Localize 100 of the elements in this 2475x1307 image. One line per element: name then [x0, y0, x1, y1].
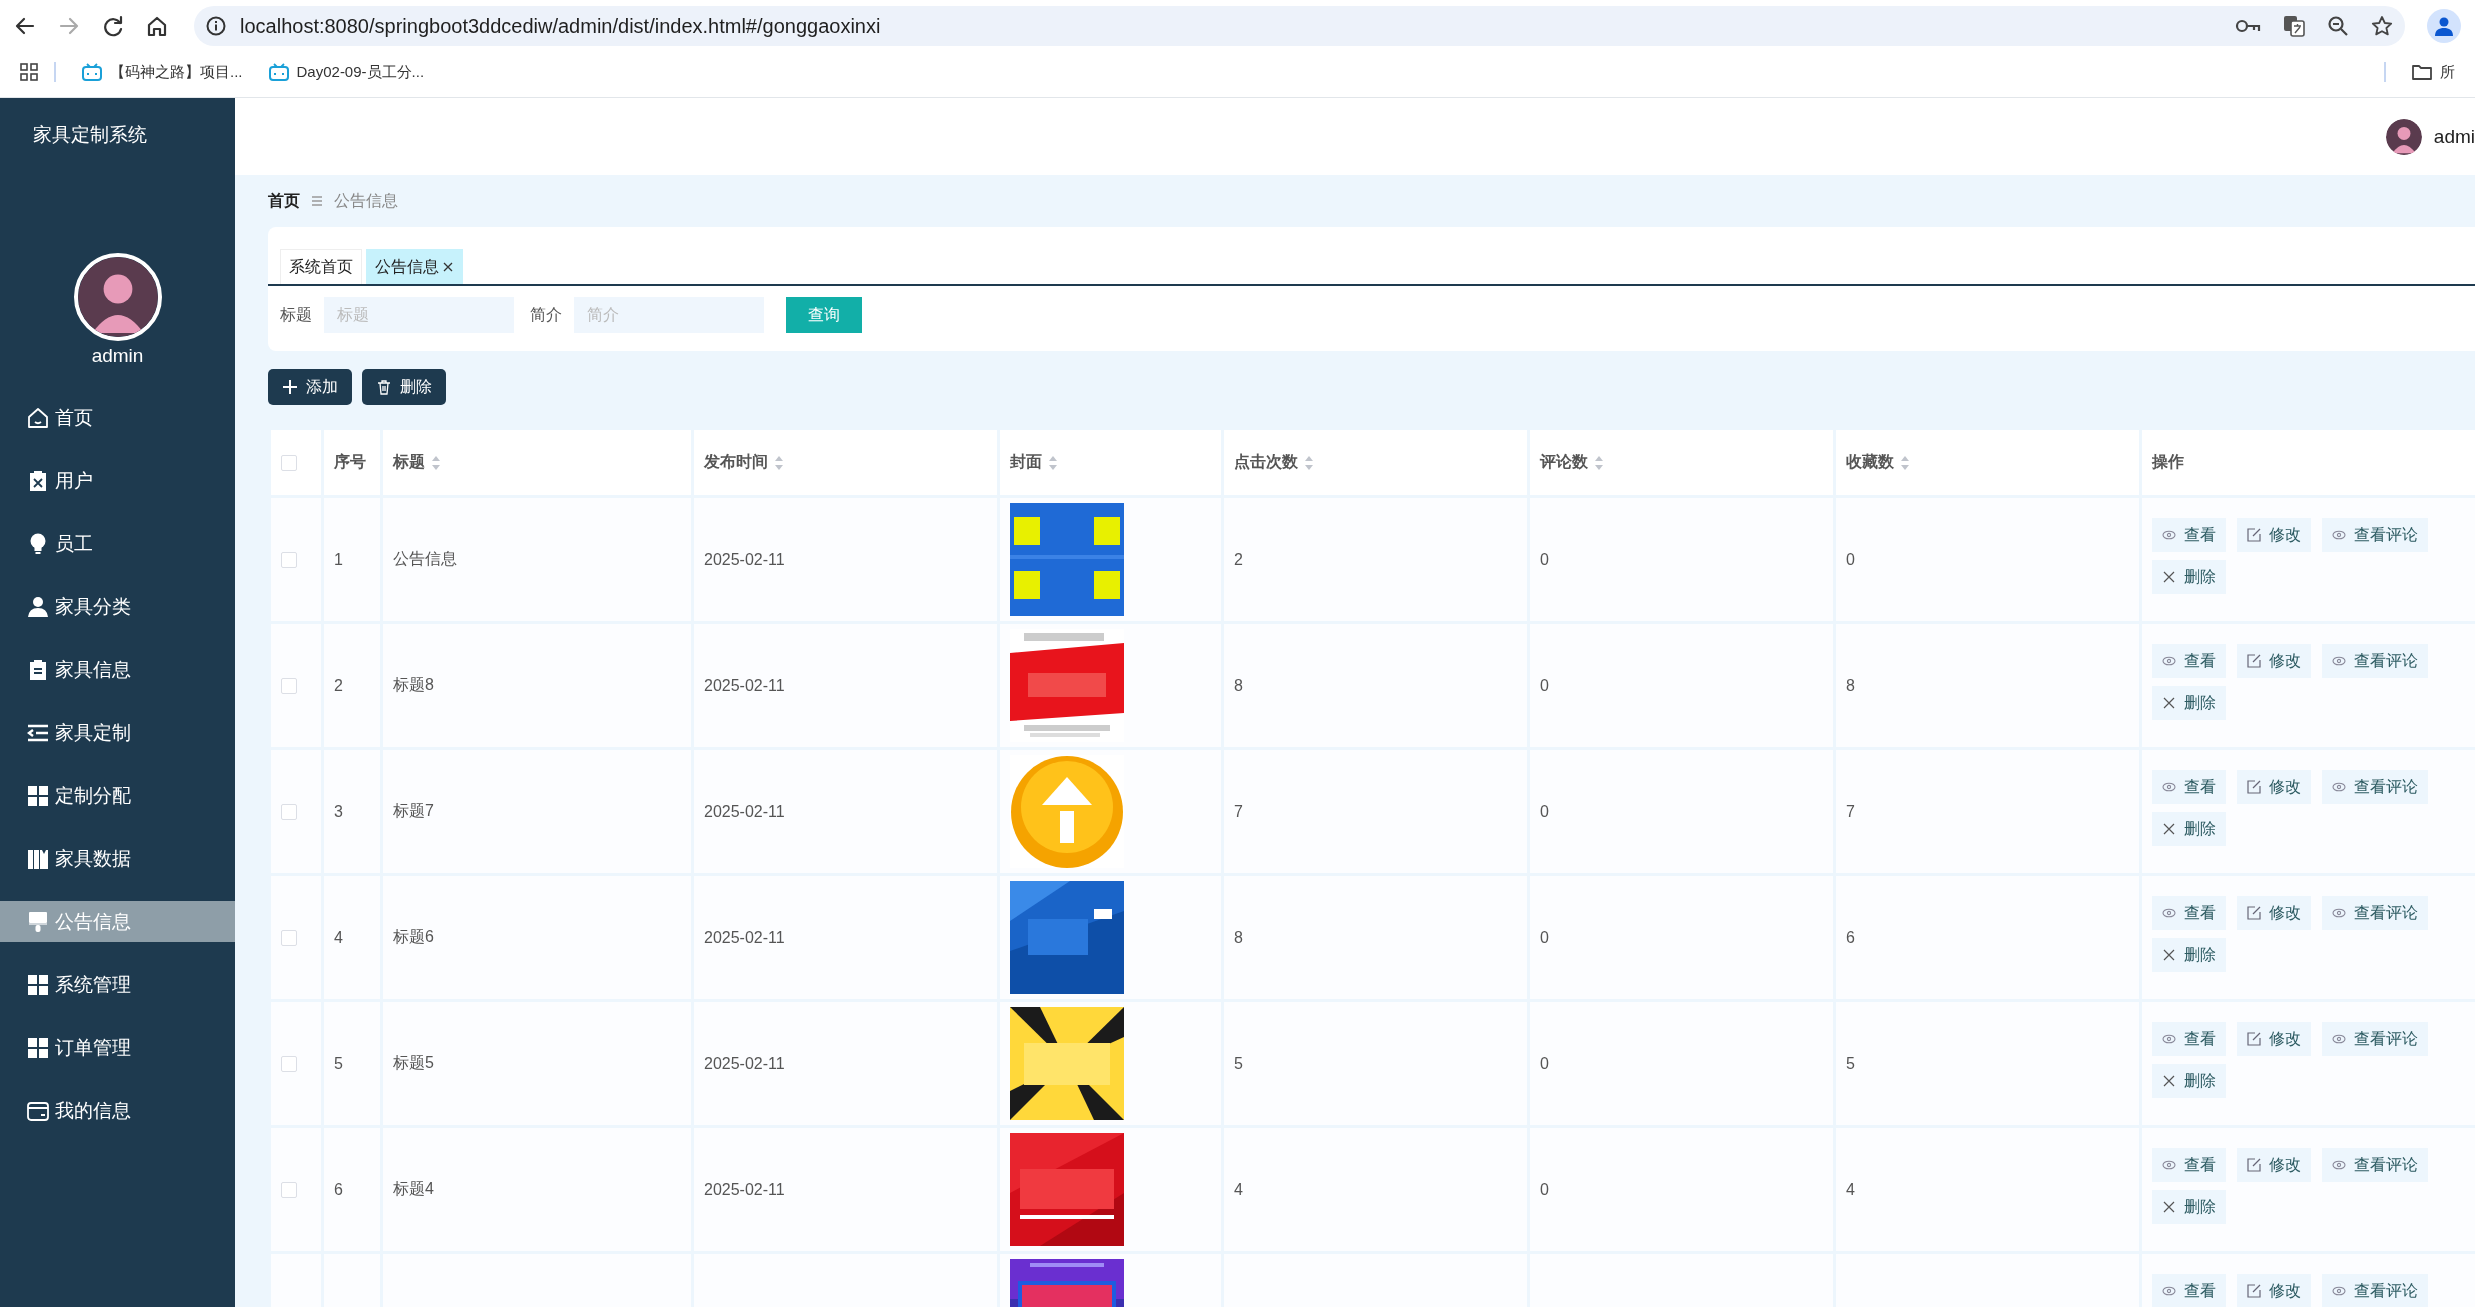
folder-icon: [2412, 64, 2432, 80]
menu-item[interactable]: 家具分类: [0, 586, 235, 627]
view-button[interactable]: 查看评论: [2322, 1148, 2428, 1182]
eye-icon: [2332, 780, 2346, 794]
checkbox[interactable]: [281, 803, 297, 820]
table-cell: 标题5: [393, 1054, 434, 1071]
view-button[interactable]: 查看评论: [2322, 896, 2428, 930]
delete-button[interactable]: 删除: [2152, 1064, 2226, 1098]
close-icon[interactable]: [442, 261, 454, 273]
delete-button[interactable]: 删除: [2152, 686, 2226, 720]
eye-icon: [2162, 780, 2176, 794]
edit-button[interactable]: 修改: [2237, 896, 2311, 930]
eye-icon: [2162, 1158, 2176, 1172]
tab[interactable]: 公告信息: [366, 249, 463, 284]
menu-item[interactable]: 系统管理: [0, 964, 235, 1005]
menu-item[interactable]: 我的信息: [0, 1090, 235, 1131]
edit-icon: [2247, 1032, 2261, 1046]
delete-button[interactable]: 删除: [362, 369, 446, 405]
menu-item[interactable]: 家具数据: [0, 838, 235, 879]
view-button[interactable]: 查看: [2152, 1274, 2226, 1307]
menu-item[interactable]: 首页: [0, 397, 235, 438]
breadcrumb-item[interactable]: 首页: [268, 190, 300, 212]
edit-button[interactable]: 修改: [2237, 518, 2311, 552]
address-bar[interactable]: localhost:8080/springboot3ddcediw/admin/dist/index.html#/gonggaoxinxi: [194, 6, 2405, 46]
table-cell: 0: [1540, 1180, 1549, 1198]
checkbox[interactable]: [281, 677, 297, 694]
view-button[interactable]: 查看: [2152, 1022, 2226, 1056]
delete-button[interactable]: 删除: [2152, 1190, 2226, 1224]
edit-button[interactable]: 修改: [2237, 644, 2311, 678]
grid-icon: [26, 783, 50, 808]
profile-button[interactable]: [2427, 9, 2461, 43]
sort-icon[interactable]: [774, 454, 784, 471]
menu-item[interactable]: 家具定制: [0, 712, 235, 753]
edit-icon: [2247, 1284, 2261, 1298]
view-button[interactable]: 查看评论: [2322, 1022, 2428, 1056]
home-icon[interactable]: [146, 15, 168, 37]
menu-item[interactable]: 用户: [0, 460, 235, 501]
checkbox[interactable]: [281, 551, 297, 568]
menu-item[interactable]: 定制分配: [0, 775, 235, 816]
table-cell: 2025-02-11: [704, 802, 785, 820]
view-button[interactable]: 查看评论: [2322, 644, 2428, 678]
checkbox[interactable]: [281, 929, 297, 946]
bookmark[interactable]: Day02-09-员工分...: [268, 62, 425, 82]
menu-item[interactable]: 订单管理: [0, 1027, 235, 1068]
forward-icon[interactable]: [58, 15, 80, 37]
star-icon[interactable]: [2371, 15, 2393, 37]
breadcrumb-item: 公告信息: [334, 190, 398, 211]
column-header: 操作: [2152, 452, 2184, 472]
zoom-icon[interactable]: [2327, 15, 2349, 37]
view-button[interactable]: 查看评论: [2322, 1274, 2428, 1307]
view-button[interactable]: 查看: [2152, 1148, 2226, 1182]
eye-icon: [2332, 906, 2346, 920]
sort-icon[interactable]: [1304, 454, 1314, 471]
search-field[interactable]: 标题: [324, 297, 514, 333]
back-icon[interactable]: [14, 15, 36, 37]
table-cell: 2: [334, 676, 343, 694]
view-button[interactable]: 查看评论: [2322, 518, 2428, 552]
edit-button[interactable]: 修改: [2237, 770, 2311, 804]
view-button[interactable]: 查看: [2152, 896, 2226, 930]
search-field[interactable]: 简介: [574, 297, 764, 333]
checkbox[interactable]: [281, 1181, 297, 1198]
url-text: localhost:8080/springboot3ddcediw/admin/dist/index.html#/gonggaoxinxi: [240, 14, 882, 38]
translate-icon[interactable]: [2283, 15, 2305, 37]
table-cell: 0: [1540, 1054, 1549, 1072]
bookmark-folder[interactable]: 所: [2412, 62, 2455, 82]
sort-icon[interactable]: [1900, 454, 1910, 471]
info-icon[interactable]: [206, 16, 226, 36]
view-button[interactable]: 查看: [2152, 770, 2226, 804]
edit-button[interactable]: 修改: [2237, 1022, 2311, 1056]
table-cell: 7: [1234, 802, 1243, 820]
column-header: 标题: [393, 452, 425, 472]
tab[interactable]: 系统首页: [280, 249, 362, 284]
menu-item[interactable]: 家具信息: [0, 649, 235, 690]
edit-button[interactable]: 修改: [2237, 1274, 2311, 1307]
table-cell: 5: [1846, 1054, 1855, 1072]
close-icon: [2162, 822, 2176, 836]
table-cell: 标题8: [393, 676, 434, 693]
person-icon: [2434, 16, 2454, 36]
view-button[interactable]: 查看: [2152, 518, 2226, 552]
grid-icon: [26, 972, 50, 997]
sort-icon[interactable]: [1594, 454, 1604, 471]
reload-icon[interactable]: [102, 15, 124, 37]
menu-item[interactable]: 员工: [0, 523, 235, 564]
edit-button[interactable]: 修改: [2237, 1148, 2311, 1182]
add-button[interactable]: 添加: [268, 369, 352, 405]
delete-button[interactable]: 删除: [2152, 560, 2226, 594]
key-icon[interactable]: [2235, 18, 2261, 34]
view-button[interactable]: 查看评论: [2322, 770, 2428, 804]
delete-button[interactable]: 删除: [2152, 812, 2226, 846]
sort-icon[interactable]: [1048, 454, 1058, 471]
checkbox[interactable]: [281, 1055, 297, 1072]
delete-button[interactable]: 删除: [2152, 938, 2226, 972]
sort-icon[interactable]: [431, 454, 441, 471]
brush-icon: [26, 909, 50, 934]
view-button[interactable]: 查看: [2152, 644, 2226, 678]
bookmark[interactable]: 【码神之路】项目...: [82, 62, 243, 82]
apps-icon[interactable]: [20, 63, 38, 81]
eye-icon: [2162, 1284, 2176, 1298]
table-cell: 8: [1846, 676, 1855, 694]
checkbox[interactable]: [281, 454, 297, 471]
